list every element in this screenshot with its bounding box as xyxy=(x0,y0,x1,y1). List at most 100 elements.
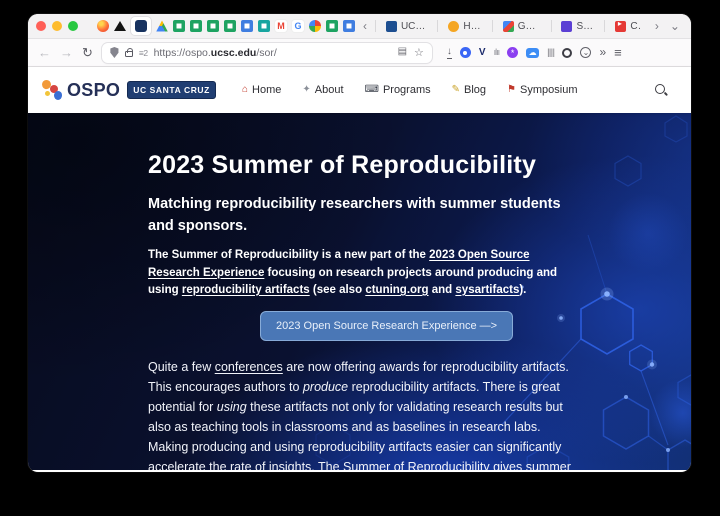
active-pinned-tab[interactable] xyxy=(131,17,151,35)
cloud-extension-icon[interactable] xyxy=(526,48,539,58)
body-text-italic: using xyxy=(217,400,247,414)
gmail-icon[interactable]: M xyxy=(275,20,287,32)
close-button[interactable] xyxy=(36,21,46,31)
tab-sor[interactable]: SoR xyxy=(556,21,599,32)
ospo-logo-icon xyxy=(42,79,63,101)
list-all-tabs-icon[interactable] xyxy=(667,20,683,32)
reload-icon[interactable] xyxy=(82,46,93,59)
scroll-tabs-right-icon[interactable] xyxy=(652,20,662,32)
browser-toolbar: ≡2 https://ospo.ucsc.edu/sor/ xyxy=(28,39,691,67)
search-icon[interactable] xyxy=(654,83,668,97)
urlbar-actions xyxy=(398,46,424,59)
extension-row xyxy=(447,46,622,60)
lock-icon[interactable] xyxy=(125,51,133,57)
back-icon[interactable] xyxy=(38,46,51,59)
link-reproducibility-artifacts[interactable]: reproducibility artifacts xyxy=(182,284,310,296)
logo-text: OSPO xyxy=(67,80,120,101)
google-sheets-icon[interactable] xyxy=(207,20,219,32)
intro-text: (see also xyxy=(310,284,366,296)
url-text[interactable]: https://ospo.ucsc.edu/sor/ xyxy=(154,47,277,59)
maximize-button[interactable] xyxy=(68,21,78,31)
menu-icon[interactable] xyxy=(614,46,622,60)
google-sheets-icon[interactable] xyxy=(326,20,338,32)
home-icon: ⌂ xyxy=(242,85,248,95)
password-manager-icon[interactable] xyxy=(460,47,471,58)
google-sheets-icon[interactable] xyxy=(224,20,236,32)
programs-icon: ⌨ xyxy=(365,85,379,95)
nav-label: About xyxy=(315,84,344,96)
google-icon[interactable]: G xyxy=(292,20,304,32)
url-path: /sor/ xyxy=(256,47,276,59)
google-docs-icon[interactable] xyxy=(241,20,253,32)
vercel-icon[interactable] xyxy=(114,21,126,31)
google-drive-icon[interactable] xyxy=(156,20,168,32)
nav-item-symposium[interactable]: ⚑ Symposium xyxy=(507,84,577,96)
body-paragraph: Quite a few conferences are now offering… xyxy=(148,357,584,470)
forward-icon[interactable] xyxy=(60,46,73,59)
sor-tab-icon xyxy=(561,21,572,32)
tab-label: Ca xyxy=(630,21,642,32)
body-text: Quite a few xyxy=(148,360,215,374)
link-ctuning[interactable]: ctuning.org xyxy=(365,284,428,296)
google-docs-icon[interactable] xyxy=(343,20,355,32)
extension-purple-icon[interactable] xyxy=(507,47,518,58)
nav-item-blog[interactable]: ✎ Blog xyxy=(452,84,486,96)
url-domain: ucsc.edu xyxy=(211,47,257,59)
nav-item-about[interactable]: ✦ About xyxy=(302,84,343,96)
logo-badge: UC SANTA CRUZ xyxy=(127,81,216,99)
google-sheets-icon[interactable] xyxy=(190,20,202,32)
link-conferences[interactable]: conferences xyxy=(215,360,283,374)
nav-label: Symposium xyxy=(520,84,577,96)
intro-paragraph: The Summer of Reproducibility is a new p… xyxy=(148,247,584,299)
intro-text: The Summer of Reproducibility is a new p… xyxy=(148,249,429,261)
tab-divider xyxy=(551,20,552,32)
tab-ca[interactable]: Ca xyxy=(610,21,647,32)
tab-goog[interactable]: Goog xyxy=(498,21,546,32)
ucsc-tab-icon xyxy=(386,21,397,32)
download-icon[interactable] xyxy=(447,47,452,59)
site-header: OSPO UC SANTA CRUZ ⌂ Home ✦ About ⌨ Prog… xyxy=(28,67,691,113)
tab-how[interactable]: How xyxy=(443,21,486,32)
google-sheets-icon[interactable] xyxy=(173,20,185,32)
bookmark-star-icon[interactable] xyxy=(414,46,424,59)
ucsc-active-pinned-icon xyxy=(135,20,147,32)
tab-ucsc[interactable]: UCSC xyxy=(381,21,432,32)
url-scheme: https://ospo. xyxy=(154,47,211,59)
osre-cta-button[interactable]: 2023 Open Source Research Experience —> xyxy=(260,311,513,341)
intro-text: and xyxy=(429,284,456,296)
symposium-icon: ⚑ xyxy=(507,85,516,95)
nav-label: Programs xyxy=(383,84,431,96)
body-text-italic: produce xyxy=(303,380,348,394)
link-sysartifacts[interactable]: sysartifacts xyxy=(455,284,519,296)
window-controls xyxy=(36,21,78,31)
ospo-logo[interactable]: OSPO UC SANTA CRUZ xyxy=(42,79,216,101)
about-icon: ✦ xyxy=(302,85,310,95)
barcode-extension-icon[interactable] xyxy=(547,48,554,58)
minimize-button[interactable] xyxy=(52,21,62,31)
tab-divider xyxy=(375,20,376,32)
tab-divider xyxy=(604,20,605,32)
browser-window: M G UCSC How Goog SoR xyxy=(28,14,691,472)
reader-view-icon[interactable] xyxy=(398,46,407,59)
address-bar[interactable]: ≡2 https://ospo.ucsc.edu/sor/ xyxy=(102,43,432,63)
google-sheets-chart-icon[interactable] xyxy=(258,20,270,32)
tab-label: How xyxy=(463,21,481,32)
vpn-icon[interactable] xyxy=(479,48,486,58)
pocket-icon[interactable] xyxy=(580,47,591,58)
overflow-icon[interactable] xyxy=(599,46,606,59)
google-photos-icon[interactable] xyxy=(309,20,321,32)
scroll-tabs-left-icon[interactable] xyxy=(360,20,370,32)
main-nav: ⌂ Home ✦ About ⌨ Programs ✎ Blog ⚑ Sym xyxy=(242,84,578,96)
nav-item-programs[interactable]: ⌨ Programs xyxy=(365,84,431,96)
tab-divider xyxy=(492,20,493,32)
tab-divider xyxy=(437,20,438,32)
screenshot-stage: M G UCSC How Goog SoR xyxy=(0,0,720,516)
stats-icon[interactable] xyxy=(494,48,500,58)
tracking-shield-icon[interactable] xyxy=(110,47,119,58)
record-extension-icon[interactable] xyxy=(562,48,572,58)
how-tab-icon xyxy=(448,21,459,32)
firefox-icon[interactable] xyxy=(97,20,109,32)
blog-icon: ✎ xyxy=(452,85,460,95)
nav-item-home[interactable]: ⌂ Home xyxy=(242,84,281,96)
permission-badge[interactable]: ≡2 xyxy=(139,48,148,58)
